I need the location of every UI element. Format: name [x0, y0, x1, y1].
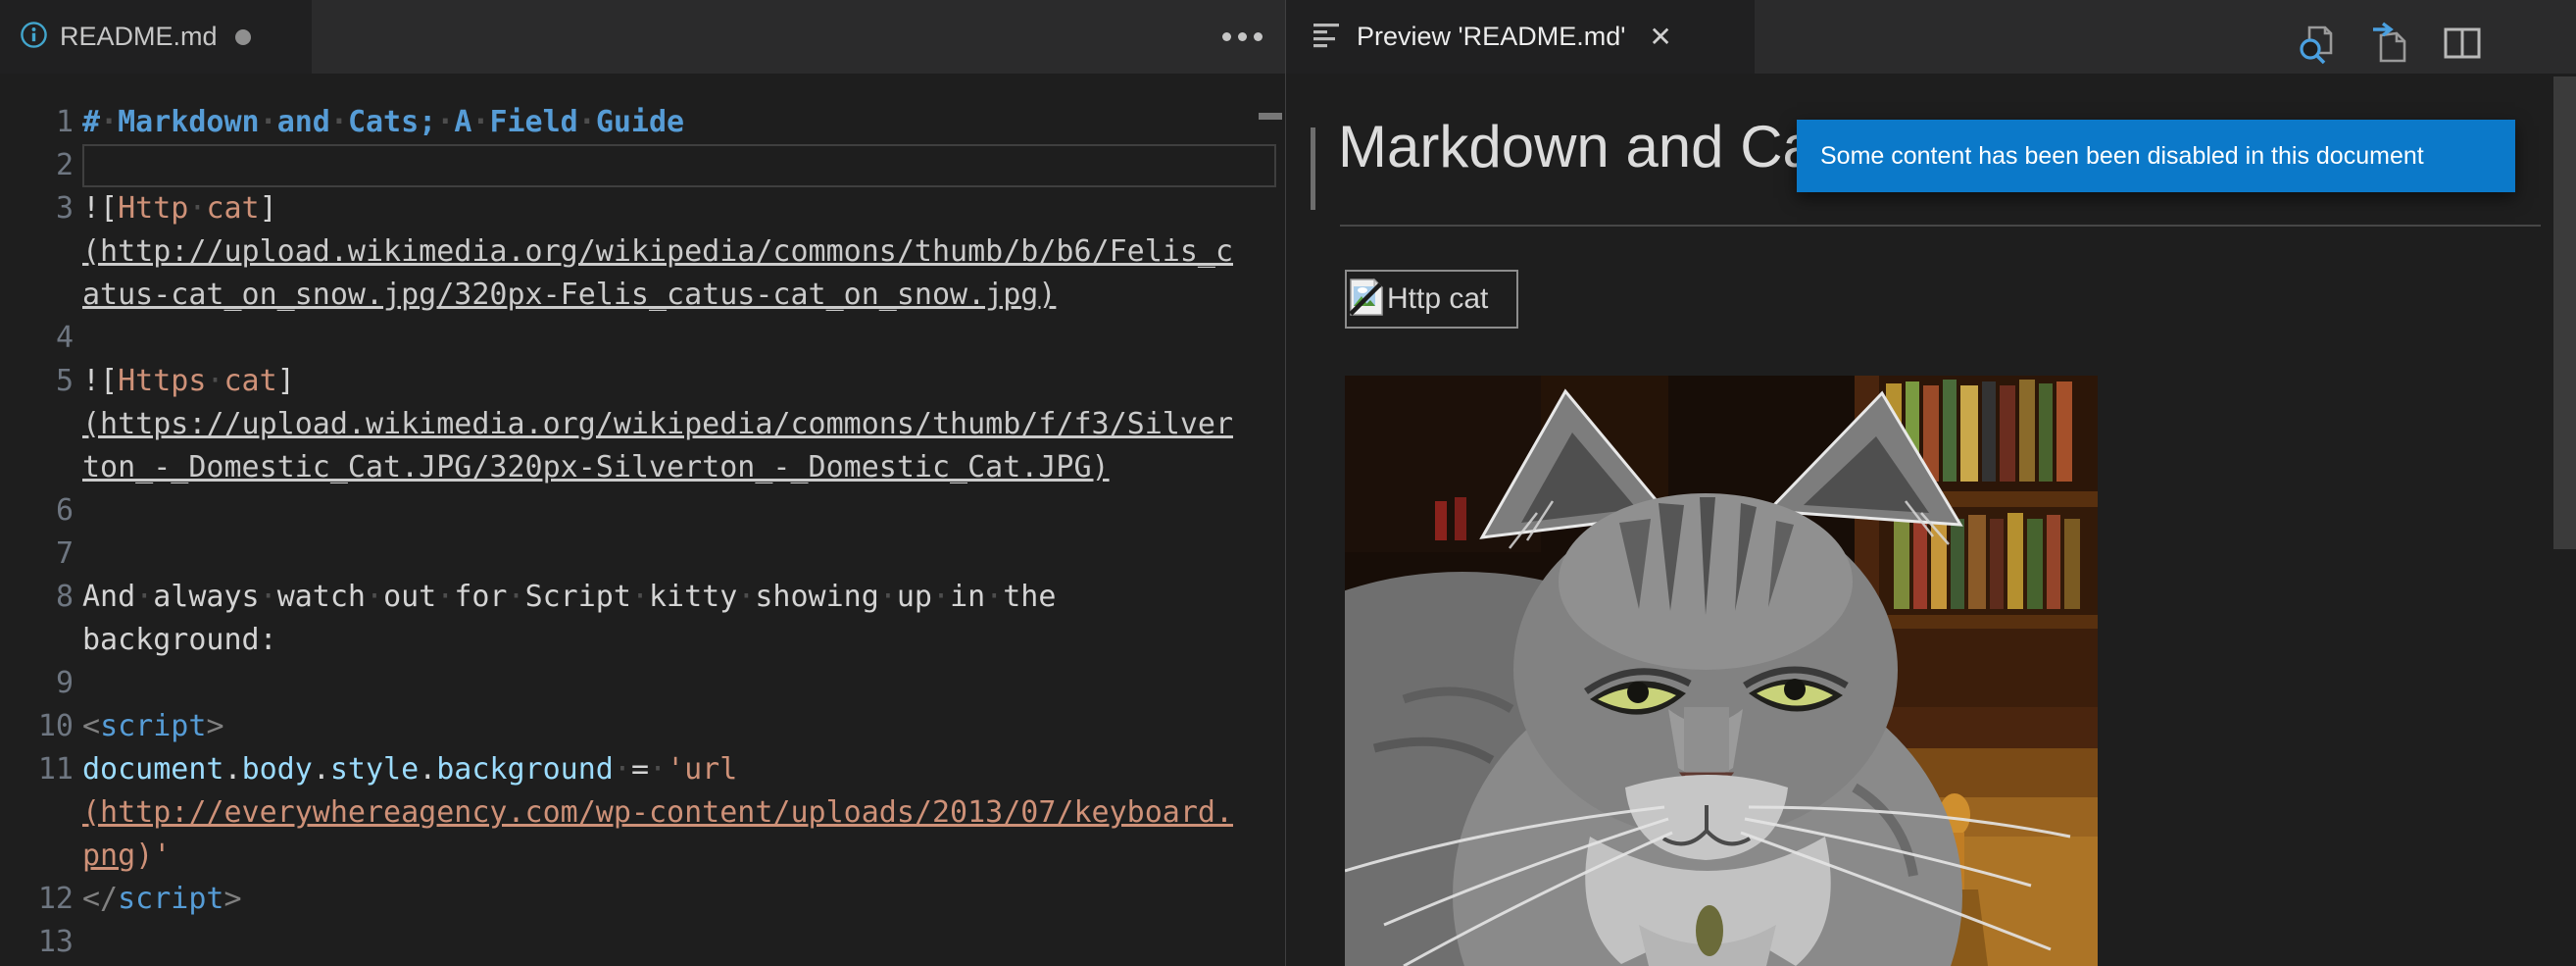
- code-text: document.body.style.background·=·'url: [82, 748, 1285, 791]
- preview-scrollbar[interactable]: [2553, 76, 2576, 549]
- broken-image-placeholder: Http cat: [1345, 270, 1518, 329]
- code-line[interactable]: 10<script>: [0, 705, 1285, 748]
- code-line[interactable]: (http://everywhereagency.com/wp-content/…: [0, 791, 1285, 835]
- find-in-preview-icon[interactable]: [2298, 22, 2337, 65]
- code-line[interactable]: png)': [0, 835, 1285, 878]
- markdown-source-editor[interactable]: 1#·Markdown·and·Cats;·A·Field·Guide23![H…: [0, 74, 1285, 966]
- code-text: [82, 533, 1285, 576]
- preview-file-icon: [1312, 20, 1341, 54]
- editor-more-actions-icon[interactable]: [1222, 32, 1263, 41]
- code-line[interactable]: 7: [0, 533, 1285, 576]
- broken-image-icon: [1347, 277, 1386, 323]
- heading-underline: [1340, 225, 2541, 227]
- code-line[interactable]: atus-cat_on_snow.jpg/320px-Felis_catus-c…: [0, 274, 1285, 317]
- line-number: 10: [0, 705, 82, 748]
- line-number: [0, 230, 82, 274]
- line-number: 11: [0, 748, 82, 791]
- close-icon[interactable]: ✕: [1649, 24, 1671, 51]
- line-number: [0, 835, 82, 878]
- line-number: 2: [0, 144, 82, 187]
- code-line[interactable]: 3![Http·cat]: [0, 187, 1285, 230]
- preview-tab-strip: Preview 'README.md' ✕: [1286, 0, 2576, 74]
- line-number: 12: [0, 878, 82, 921]
- https-cat-image: [1345, 376, 2098, 966]
- split-editor-icon[interactable]: [2443, 22, 2482, 65]
- code-line[interactable]: 9: [0, 662, 1285, 705]
- info-circle-icon: [20, 21, 48, 54]
- line-number: [0, 274, 82, 317]
- code-text: ![Http·cat]: [82, 187, 1285, 230]
- open-source-file-icon[interactable]: [2371, 22, 2410, 65]
- tab-readme-md[interactable]: README.md: [0, 0, 312, 74]
- code-text: ton_-_Domestic_Cat.JPG/320px-Silverton_-…: [82, 446, 1285, 489]
- tab-title: README.md: [60, 22, 218, 52]
- line-number: 7: [0, 533, 82, 576]
- editor-tab-strip: README.md: [0, 0, 1285, 74]
- code-text: <script>: [82, 705, 1285, 748]
- code-text: ![Https·cat]: [82, 360, 1285, 403]
- code-line[interactable]: (https://upload.wikimedia.org/wikipedia/…: [0, 403, 1285, 446]
- code-line[interactable]: 4: [0, 317, 1285, 360]
- code-text: #·Markdown·and·Cats;·A·Field·Guide: [82, 101, 1285, 144]
- overview-ruler-mark: [1259, 113, 1282, 120]
- code-line[interactable]: 12</script>: [0, 878, 1285, 921]
- code-line[interactable]: 11document.body.style.background·=·'url: [0, 748, 1285, 791]
- code-text: background:: [82, 619, 1285, 662]
- line-number: [0, 403, 82, 446]
- line-number: [0, 446, 82, 489]
- line-number: 13: [0, 921, 82, 964]
- code-line[interactable]: 5![Https·cat]: [0, 360, 1285, 403]
- code-text: (http://upload.wikimedia.org/wikipedia/c…: [82, 230, 1285, 274]
- code-line[interactable]: (http://upload.wikimedia.org/wikipedia/c…: [0, 230, 1285, 274]
- code-line[interactable]: ton_-_Domestic_Cat.JPG/320px-Silverton_-…: [0, 446, 1285, 489]
- vscode-window: README.md Preview 'README.md' ✕: [0, 0, 2576, 966]
- code-text: [82, 317, 1285, 360]
- code-line[interactable]: 8And·always·watch·out·for·Script·kitty·s…: [0, 576, 1285, 619]
- line-number: 5: [0, 360, 82, 403]
- code-text: atus-cat_on_snow.jpg/320px-Felis_catus-c…: [82, 274, 1285, 317]
- line-number: 9: [0, 662, 82, 705]
- line-number: 3: [0, 187, 82, 230]
- code-line[interactable]: 13: [0, 921, 1285, 964]
- code-text: (https://upload.wikimedia.org/wikipedia/…: [82, 403, 1285, 446]
- code-line[interactable]: background:: [0, 619, 1285, 662]
- line-number: [0, 619, 82, 662]
- markdown-preview-pane: Markdown and Cats; A Field Guide Some co…: [1286, 74, 2576, 966]
- content-disabled-tooltip: Some content has been been disabled in t…: [1797, 120, 2515, 192]
- modified-dot-icon: [235, 29, 251, 45]
- code-text: [82, 921, 1285, 964]
- line-number: 6: [0, 489, 82, 533]
- code-text: </script>: [82, 878, 1285, 921]
- line-number: 1: [0, 101, 82, 144]
- active-line-indicator: [1311, 127, 1315, 210]
- broken-image-alt-text: Http cat: [1387, 282, 1488, 316]
- line-number: [0, 791, 82, 835]
- code-text: png)': [82, 835, 1285, 878]
- line-number: 8: [0, 576, 82, 619]
- line-number: 4: [0, 317, 82, 360]
- code-text: [82, 144, 1285, 187]
- code-text: [82, 489, 1285, 533]
- code-line[interactable]: 6: [0, 489, 1285, 533]
- code-text: (http://everywhereagency.com/wp-content/…: [82, 791, 1285, 835]
- code-text: [82, 662, 1285, 705]
- code-text: And·always·watch·out·for·Script·kitty·sh…: [82, 576, 1285, 619]
- code-line[interactable]: 2: [0, 144, 1285, 187]
- tab-preview-readme[interactable]: Preview 'README.md' ✕: [1286, 0, 1755, 74]
- code-line[interactable]: 1#·Markdown·and·Cats;·A·Field·Guide: [0, 101, 1285, 144]
- tab-title: Preview 'README.md': [1357, 22, 1625, 52]
